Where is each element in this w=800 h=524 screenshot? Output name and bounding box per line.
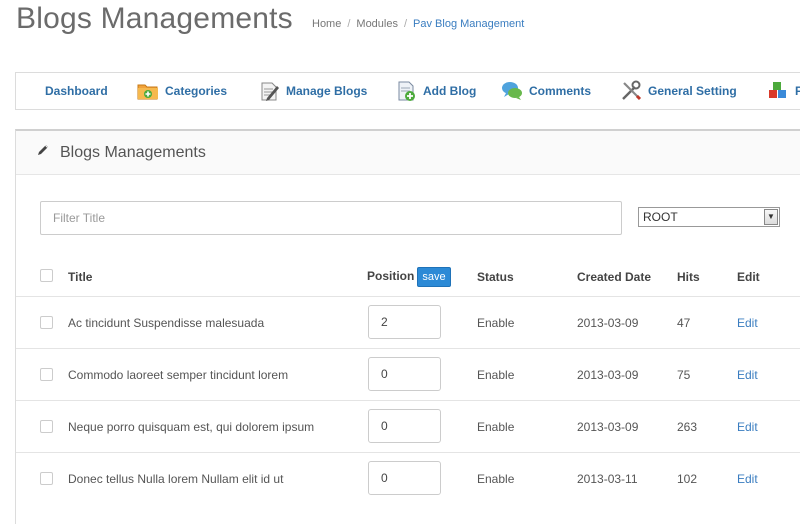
row-divider: [16, 348, 800, 349]
toolbar-label: Add Blog: [423, 84, 477, 98]
edit-link[interactable]: Edit: [737, 420, 758, 434]
panel-header: Blogs Managements: [16, 131, 800, 175]
position-input[interactable]: [368, 461, 441, 495]
toolbar-general-setting[interactable]: General Setting: [620, 73, 737, 109]
column-header-position[interactable]: Position: [367, 269, 414, 283]
row-created-date: 2013-03-09: [577, 368, 639, 382]
comments-icon: [501, 80, 523, 102]
row-checkbox[interactable]: [40, 472, 53, 485]
breadcrumb-home[interactable]: Home: [312, 18, 341, 30]
pencil-icon: [36, 143, 50, 162]
row-created-date: 2013-03-09: [577, 420, 639, 434]
breadcrumb: Home / Modules / Pav Blog Management: [312, 18, 524, 30]
toolbar-extra[interactable]: F: [767, 73, 800, 109]
toolbar-label: F: [795, 84, 800, 98]
column-header-hits[interactable]: Hits: [677, 270, 700, 284]
category-select[interactable]: ROOT ▼: [638, 207, 780, 227]
row-status: Enable: [477, 472, 515, 486]
row-checkbox[interactable]: [40, 316, 53, 329]
row-status: Enable: [477, 316, 515, 330]
folder-add-icon: [137, 80, 159, 102]
toolbar-label: Comments: [529, 84, 592, 98]
chevron-down-icon: ▼: [764, 209, 778, 225]
toolbar-dashboard[interactable]: Dashboard: [45, 73, 108, 109]
edit-document-icon: [258, 80, 280, 102]
page-title: Blogs Managements: [16, 2, 293, 35]
breadcrumb-current[interactable]: Pav Blog Management: [413, 18, 524, 30]
column-header-title[interactable]: Title: [68, 270, 92, 284]
module-toolbar: Dashboard Categories Manage Blogs Add Bl…: [15, 72, 800, 110]
category-select-value: ROOT: [643, 210, 678, 224]
tools-icon: [620, 80, 642, 102]
row-status: Enable: [477, 420, 515, 434]
edit-link[interactable]: Edit: [737, 472, 758, 486]
row-created-date: 2013-03-11: [577, 472, 638, 486]
row-title: Commodo laoreet semper tincidunt lorem: [68, 368, 289, 382]
panel-title: Blogs Managements: [60, 143, 206, 161]
column-header-created-date[interactable]: Created Date: [577, 270, 651, 284]
save-positions-button[interactable]: save: [417, 267, 451, 287]
breadcrumb-separator: /: [347, 18, 351, 30]
toolbar-categories[interactable]: Categories: [137, 73, 227, 109]
position-input[interactable]: [368, 305, 441, 339]
column-header-edit: Edit: [737, 270, 760, 284]
toolbar-add-blog[interactable]: Add Blog: [395, 73, 476, 109]
toolbar-label: General Setting: [648, 84, 737, 98]
breadcrumb-separator: /: [403, 18, 408, 30]
row-hits: 47: [677, 316, 691, 330]
toolbar-comments[interactable]: Comments: [501, 73, 591, 109]
row-checkbox[interactable]: [40, 368, 53, 381]
row-divider: [16, 296, 800, 297]
edit-link[interactable]: Edit: [737, 368, 758, 382]
blogs-panel: Blogs Managements ROOT ▼ Title Position …: [15, 129, 800, 524]
row-divider: [16, 400, 800, 401]
row-title: Donec tellus Nulla lorem Nullam elit id …: [68, 472, 284, 486]
toolbar-label: Dashboard: [45, 84, 108, 98]
row-hits: 75: [677, 368, 691, 382]
edit-link[interactable]: Edit: [737, 316, 758, 330]
filter-title-input[interactable]: [40, 201, 622, 235]
column-header-status[interactable]: Status: [477, 270, 514, 284]
toolbar-label: Categories: [165, 84, 228, 98]
row-status: Enable: [477, 368, 515, 382]
row-divider: [16, 452, 800, 453]
row-created-date: 2013-03-09: [577, 316, 639, 330]
blocks-icon: [767, 80, 789, 102]
row-hits: 263: [677, 420, 698, 434]
breadcrumb-modules[interactable]: Modules: [356, 18, 398, 30]
row-hits: 102: [677, 472, 698, 486]
add-document-icon: [395, 80, 417, 102]
toolbar-label: Manage Blogs: [286, 84, 368, 98]
row-title: Ac tincidunt Suspendisse malesuada: [68, 316, 265, 330]
position-input[interactable]: [368, 357, 441, 391]
position-input[interactable]: [368, 409, 441, 443]
row-title: Neque porro quisquam est, qui dolorem ip…: [68, 420, 315, 434]
row-checkbox[interactable]: [40, 420, 53, 433]
toolbar-manage-blogs[interactable]: Manage Blogs: [258, 73, 367, 109]
select-all-checkbox[interactable]: [40, 269, 53, 282]
